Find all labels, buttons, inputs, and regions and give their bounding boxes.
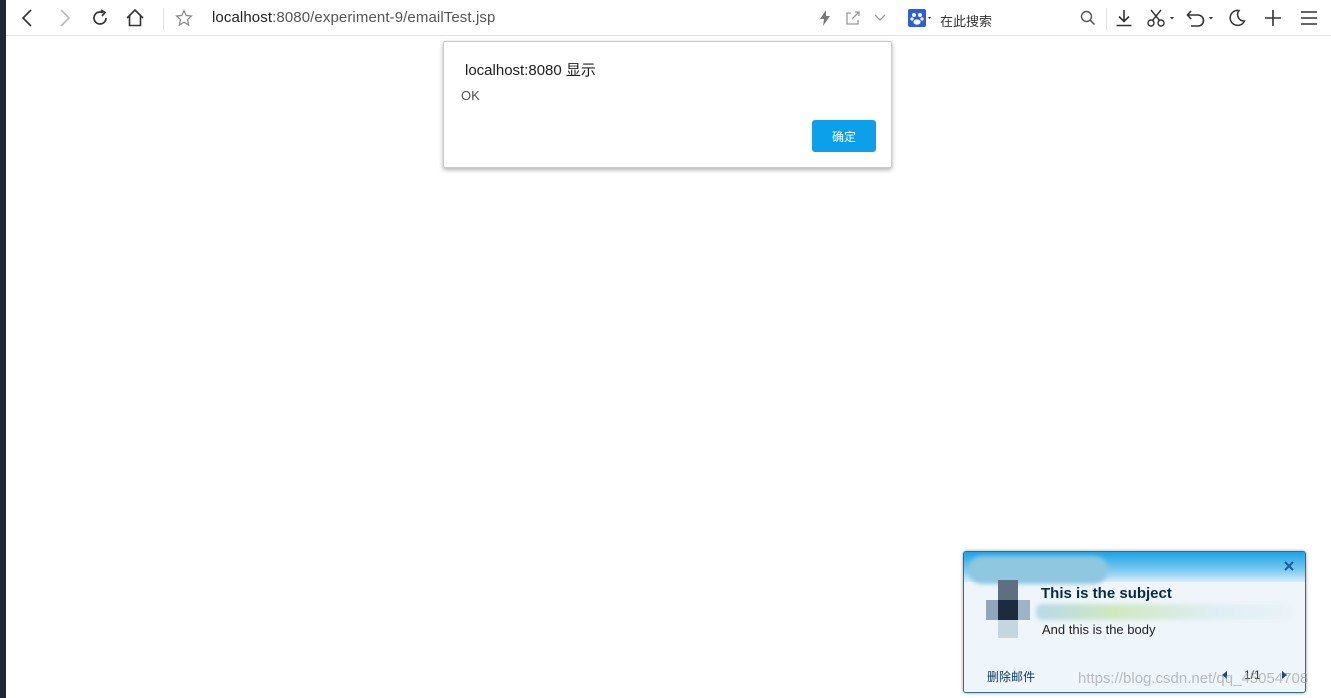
home-icon bbox=[125, 8, 145, 28]
delete-mail-link[interactable]: 删除邮件 bbox=[987, 668, 1035, 685]
undo-close-button[interactable] bbox=[1184, 6, 1216, 30]
menu-button[interactable] bbox=[1297, 6, 1321, 30]
search-box[interactable]: 在此搜索 bbox=[906, 4, 1102, 32]
reload-icon bbox=[90, 8, 110, 28]
dialog-ok-button[interactable]: 确定 bbox=[812, 120, 876, 152]
notification-close-button[interactable] bbox=[1280, 557, 1298, 575]
screenshot-button[interactable] bbox=[1145, 6, 1177, 30]
download-icon bbox=[1114, 8, 1134, 28]
star-icon bbox=[175, 9, 193, 27]
speed-mode-button[interactable] bbox=[813, 6, 837, 30]
chevron-down-icon bbox=[874, 14, 886, 22]
plus-icon bbox=[1264, 9, 1282, 27]
home-button[interactable] bbox=[123, 6, 147, 30]
search-input[interactable]: 在此搜索 bbox=[940, 11, 992, 30]
scissors-icon bbox=[1146, 8, 1176, 28]
search-engine-selector[interactable] bbox=[908, 9, 934, 32]
blurred-sender-address bbox=[1036, 604, 1292, 620]
search-icon[interactable] bbox=[1080, 10, 1096, 31]
hamburger-menu-icon bbox=[1300, 10, 1318, 26]
close-icon bbox=[1280, 561, 1298, 579]
download-button[interactable] bbox=[1112, 6, 1136, 30]
mail-body-preview[interactable]: And this is the body bbox=[1042, 622, 1155, 637]
url-path: :8080/experiment-9/emailTest.jsp bbox=[272, 9, 496, 26]
address-dropdown-button[interactable] bbox=[868, 6, 892, 30]
lightning-icon bbox=[819, 10, 831, 26]
url-host: localhost bbox=[212, 9, 273, 26]
browser-toolbar: localhost:8080/experiment-9/emailTest.js… bbox=[6, 0, 1331, 36]
sender-avatar bbox=[986, 580, 1030, 640]
toolbar-separator bbox=[163, 8, 164, 30]
share-icon bbox=[845, 10, 861, 26]
address-bar[interactable]: localhost:8080/experiment-9/emailTest.js… bbox=[212, 9, 495, 26]
chevron-right-icon bbox=[56, 9, 72, 27]
toolbar-separator bbox=[1106, 8, 1107, 30]
night-mode-button[interactable] bbox=[1225, 6, 1249, 30]
dialog-message: OK bbox=[461, 88, 480, 103]
share-button[interactable] bbox=[841, 6, 865, 30]
paw-icon bbox=[908, 9, 934, 31]
undo-icon bbox=[1185, 8, 1215, 28]
back-button[interactable] bbox=[16, 6, 40, 30]
moon-icon bbox=[1228, 9, 1246, 27]
bookmark-button[interactable] bbox=[172, 6, 196, 30]
desktop-edge bbox=[0, 0, 6, 698]
forward-button[interactable] bbox=[52, 6, 76, 30]
chevron-left-icon bbox=[20, 9, 36, 27]
mail-subject[interactable]: This is the subject bbox=[1041, 585, 1172, 602]
watermark: https://blog.csdn.net/qq_45054708 bbox=[1078, 670, 1309, 687]
reload-button[interactable] bbox=[88, 6, 112, 30]
new-tab-button[interactable] bbox=[1261, 6, 1285, 30]
dialog-title: localhost:8080 显示 bbox=[465, 62, 596, 79]
alert-dialog: localhost:8080 显示 OK 确定 bbox=[443, 41, 892, 168]
